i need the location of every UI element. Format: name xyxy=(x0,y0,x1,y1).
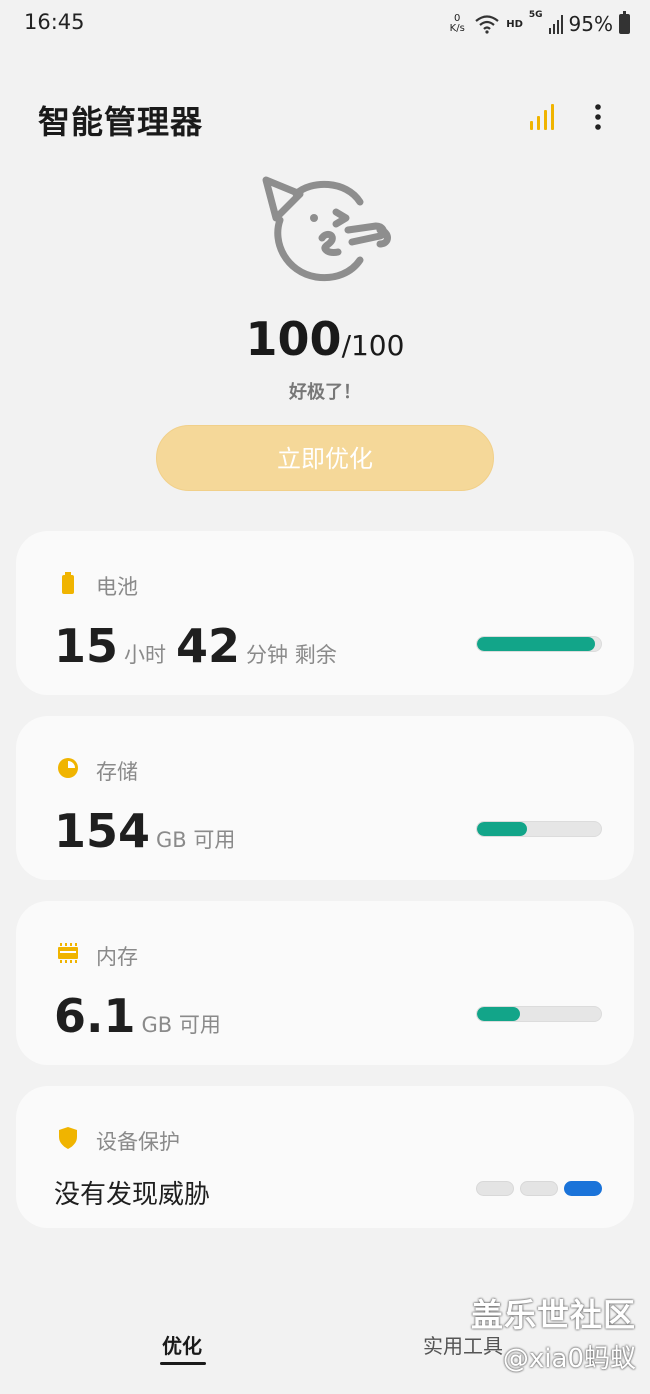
status-battery-icon xyxy=(619,11,630,34)
pie-icon xyxy=(58,758,78,778)
memory-unit: GB 可用 xyxy=(141,1013,221,1037)
network-label: 5G xyxy=(528,10,543,20)
protection-level-2 xyxy=(520,1181,558,1196)
page-title: 智能管理器 xyxy=(38,103,204,141)
net-speed: 0 K/s xyxy=(446,14,468,34)
device-protection-card[interactable]: 设备保护 没有发现威胁 xyxy=(16,1086,634,1228)
protection-level-3 xyxy=(564,1181,602,1196)
memory-value: 6.1 xyxy=(54,989,136,1043)
optimize-now-button[interactable]: 立即优化 xyxy=(156,425,494,491)
memory-card[interactable]: 内存 6.1 GB 可用 xyxy=(16,901,634,1065)
tab-optimize[interactable]: 优化 xyxy=(162,1330,202,1359)
battery-minutes: 42 xyxy=(176,619,241,673)
memory-available: 6.1 GB 可用 xyxy=(54,989,231,1043)
hd-label: HD xyxy=(506,18,523,30)
protection-level-indicator xyxy=(476,1181,602,1196)
watermark-title: 盖乐世社区 xyxy=(470,1296,636,1334)
protection-label: 设备保护 xyxy=(96,1130,180,1154)
chip-icon xyxy=(58,943,78,963)
status-bar: 16:45 0 K/s HD 5G 95% xyxy=(0,0,650,48)
wifi-icon xyxy=(475,15,499,34)
battery-label: 电池 xyxy=(96,575,138,599)
status-time: 16:45 xyxy=(24,10,85,34)
protection-status: 没有发现威胁 xyxy=(54,1180,211,1210)
battery-minutes-unit: 分钟 剩余 xyxy=(246,643,337,667)
storage-label: 存储 xyxy=(96,760,138,784)
battery-card[interactable]: 电池 15 小时 42 分钟 剩余 xyxy=(16,531,634,695)
battery-percent: 95% xyxy=(568,12,613,36)
watermark: 盖乐世社区 @xia0蚂蚁 xyxy=(471,1290,636,1375)
bar-chart-icon[interactable] xyxy=(528,103,556,131)
signal-bars-icon xyxy=(548,15,563,34)
score-status: 好极了！ xyxy=(289,382,361,403)
tab-optimize-indicator xyxy=(160,1362,206,1365)
party-face-icon xyxy=(262,176,391,282)
storage-value: 154 xyxy=(54,804,151,858)
smart-manager-screen: 16:45 0 K/s HD 5G 95% 智能管理器 100/100 好极了！… xyxy=(0,0,650,1394)
battery-icon xyxy=(62,572,74,594)
storage-usage-bar xyxy=(476,821,602,837)
battery-hours: 15 xyxy=(54,619,119,673)
protection-level-1 xyxy=(476,1181,514,1196)
memory-usage-bar xyxy=(476,1006,602,1022)
score-max: /100 xyxy=(341,329,405,362)
memory-label: 内存 xyxy=(96,945,138,969)
storage-usage-fill xyxy=(477,822,527,836)
battery-remaining: 15 小时 42 分钟 剩余 xyxy=(54,619,347,673)
storage-available: 154 GB 可用 xyxy=(54,804,245,858)
storage-unit: GB 可用 xyxy=(156,828,236,852)
status-icons: 0 K/s HD 5G 95% xyxy=(446,10,630,38)
more-vertical-icon[interactable] xyxy=(586,101,610,133)
net-speed-unit: K/s xyxy=(449,23,465,34)
shield-icon xyxy=(59,1127,77,1149)
battery-level-bar xyxy=(476,636,602,652)
score-value: 100 xyxy=(245,312,342,366)
storage-card[interactable]: 存储 154 GB 可用 xyxy=(16,716,634,880)
battery-hours-unit: 小时 xyxy=(124,643,167,667)
memory-usage-fill xyxy=(477,1007,521,1021)
battery-level-fill xyxy=(477,637,595,651)
optimization-score: 100/100 xyxy=(0,312,650,366)
watermark-user: @xia0蚂蚁 xyxy=(502,1344,636,1374)
